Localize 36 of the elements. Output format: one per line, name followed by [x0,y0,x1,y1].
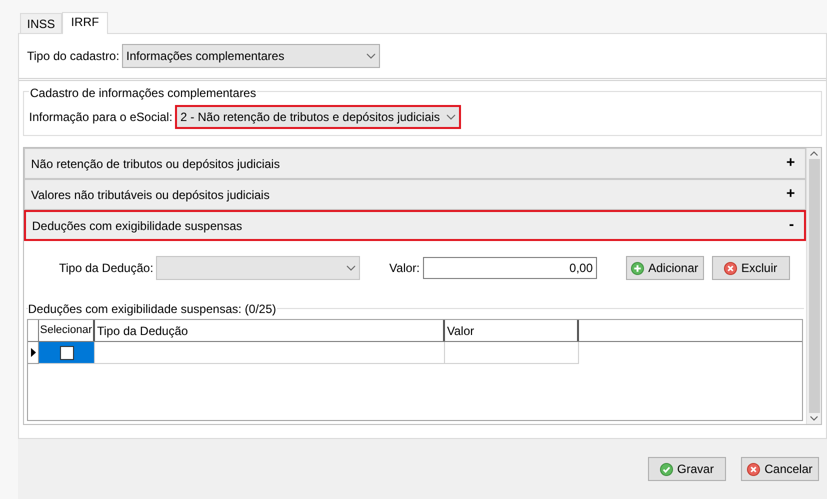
value-input[interactable]: 0,00 [422,257,597,279]
accordion-header[interactable]: Deduções com exigibilidade suspensas - [24,210,806,241]
delete-button[interactable]: Excluir [712,256,790,280]
field-label: Informação para o eSocial: [29,109,172,126]
save-button[interactable]: Gravar [648,457,726,481]
tab[interactable]: IRRF [62,12,108,34]
cancel-button[interactable]: Cancelar [741,457,819,481]
column-header[interactable]: Selecionar [39,320,95,341]
field-label: Valor: [389,260,420,277]
table-cell[interactable] [39,342,95,364]
toggle-sign: - [789,215,795,236]
checkbox[interactable] [60,346,74,360]
chevron-down-icon [446,114,456,120]
tab[interactable]: INSS [20,13,62,33]
chevron-down-icon [366,53,376,59]
accordion-header[interactable]: Não retenção de tributos ou depósitos judiciais + [24,148,806,179]
column-header[interactable]: Tipo da Dedução [95,320,445,341]
toggle-sign: + [786,153,796,174]
check-circle-icon [660,462,674,476]
field-label: Tipo da Dedução: [59,260,154,277]
column-header[interactable]: Valor [445,320,579,341]
scroll-up-icon[interactable] [810,151,818,156]
accordion-header[interactable]: Valores não tributáveis ou depósitos judiciais + [24,179,806,210]
x-circle-icon [724,262,738,274]
scroll-down-icon[interactable] [810,416,818,421]
add-button[interactable]: Adicionar [626,256,704,280]
plus-circle-icon [631,262,644,274]
field-label: Tipo do cadastro: [27,48,120,65]
scrollbar[interactable] [806,148,821,424]
table-cell[interactable] [445,342,579,364]
toggle-sign: + [786,184,796,204]
esocial-dropdown[interactable]: 2 - Não retenção de tributos e depósitos judiciais [175,105,462,129]
type-dropdown[interactable]: Informações complementares [122,44,380,68]
x-circle-icon [747,462,760,476]
chevron-down-icon [346,265,356,271]
table-cell[interactable] [95,342,445,364]
